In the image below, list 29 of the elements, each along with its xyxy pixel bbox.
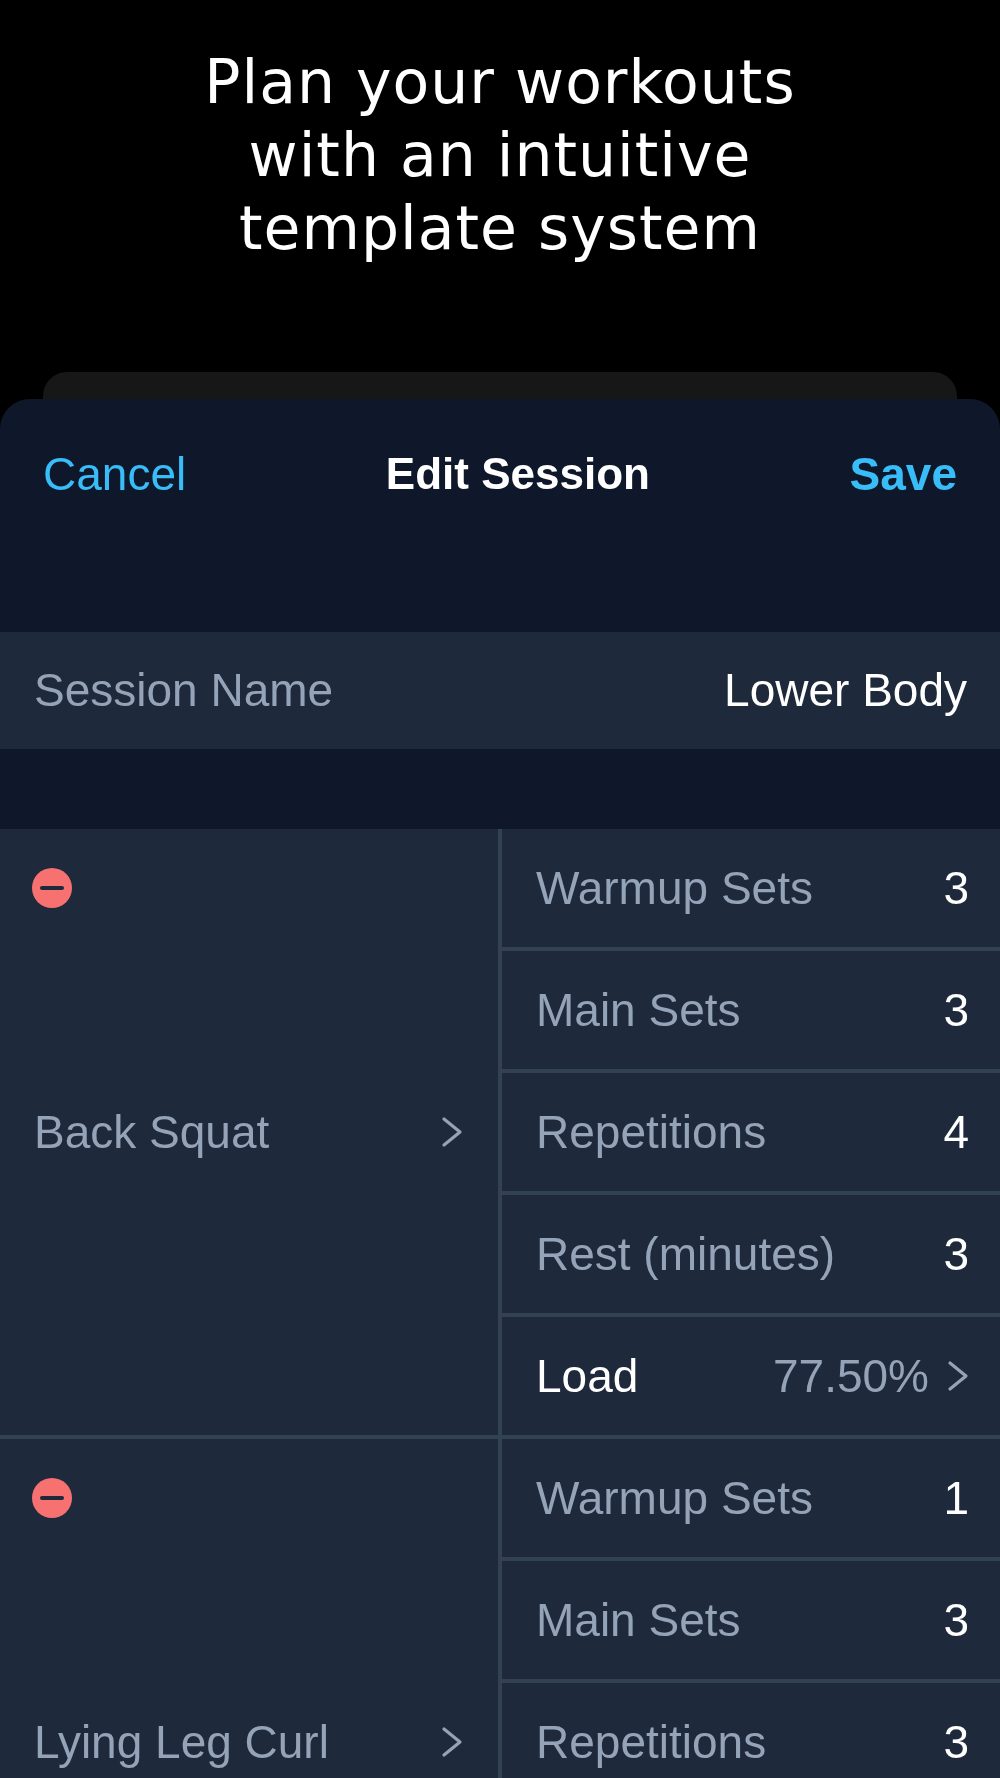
row-value[interactable]: 1 xyxy=(943,1470,969,1526)
row-value[interactable]: 77.50% xyxy=(773,1348,929,1404)
row-value[interactable]: 3 xyxy=(943,1714,969,1770)
chevron-right-icon xyxy=(947,1360,969,1392)
minus-circle-icon[interactable] xyxy=(32,1478,72,1518)
save-button[interactable]: Save xyxy=(849,449,957,499)
row-value[interactable]: 3 xyxy=(943,1592,969,1648)
row-value[interactable]: 3 xyxy=(943,982,969,1038)
row-label: Main Sets xyxy=(536,982,741,1038)
row-label: Warmup Sets xyxy=(536,1470,813,1526)
row-label: Warmup Sets xyxy=(536,860,813,916)
row-label: Main Sets xyxy=(536,1592,741,1648)
row-value[interactable]: 3 xyxy=(943,1226,969,1282)
headline: Plan your workouts with an intuitive template system xyxy=(204,46,796,265)
sheet-title: Edit Session xyxy=(385,449,650,499)
minus-circle-icon[interactable] xyxy=(32,868,72,908)
row-label: Rest (minutes) xyxy=(536,1226,836,1282)
cancel-button[interactable]: Cancel xyxy=(43,449,187,499)
exercise-name[interactable]: Lying Leg Curl xyxy=(34,1714,329,1770)
chevron-right-icon xyxy=(441,1116,463,1148)
chevron-right-icon xyxy=(441,1726,463,1758)
session-name-label: Session Name xyxy=(34,663,334,718)
session-name-field[interactable]: Lower Body xyxy=(724,663,967,718)
row-label: Repetitions xyxy=(536,1714,767,1770)
exercise-name[interactable]: Back Squat xyxy=(34,1104,270,1160)
row-value[interactable]: 3 xyxy=(943,860,969,916)
row-label: Repetitions xyxy=(536,1104,767,1160)
row-value[interactable]: 4 xyxy=(943,1104,969,1160)
row-label: Load xyxy=(536,1348,639,1404)
